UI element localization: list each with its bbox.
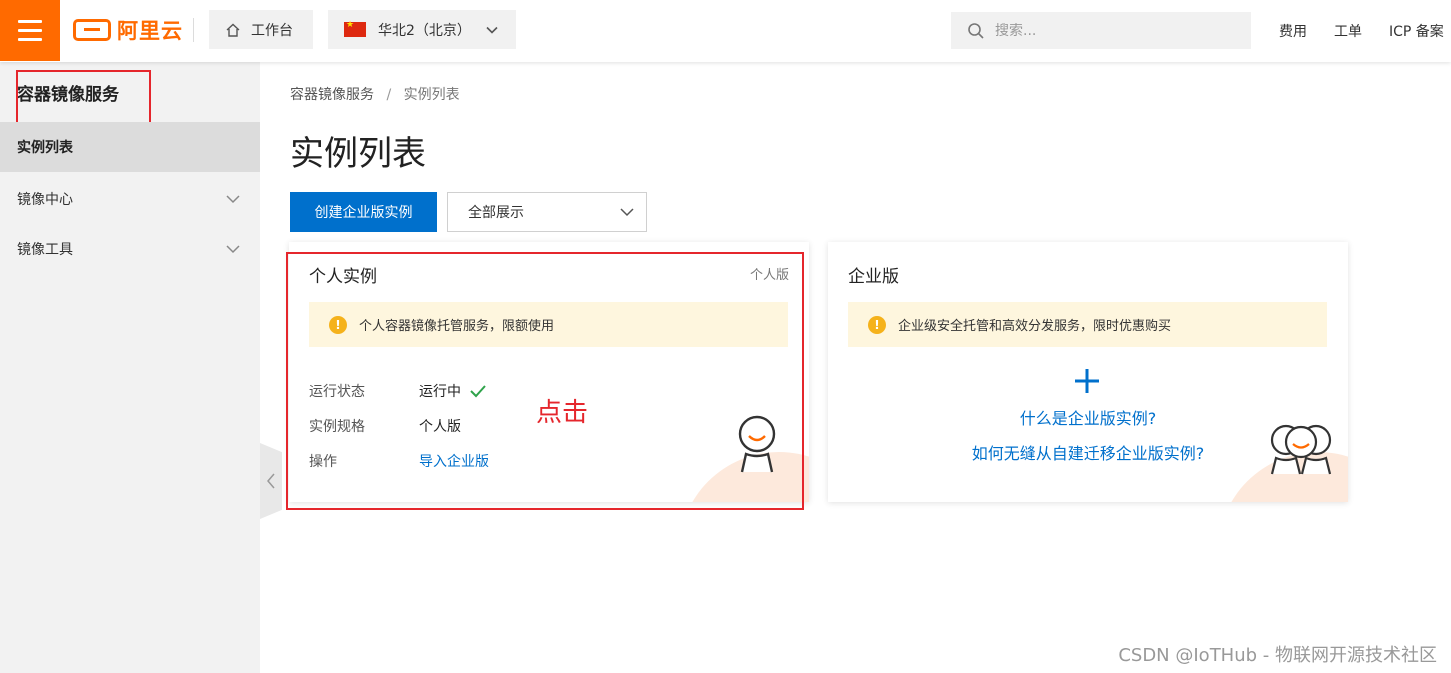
sidebar-item-label: 实例列表 bbox=[17, 140, 73, 156]
chevron-down-icon bbox=[620, 208, 634, 217]
sidebar: 容器镜像服务 实例列表 镜像中心 镜像工具 bbox=[0, 62, 260, 673]
chevron-down-icon bbox=[226, 195, 240, 204]
china-flag-icon bbox=[344, 20, 366, 37]
home-icon bbox=[226, 23, 240, 37]
workbench-button[interactable]: 工作台 bbox=[209, 10, 313, 49]
highlight-box-title bbox=[16, 70, 151, 125]
warning-icon: ! bbox=[868, 315, 886, 334]
breadcrumb: 容器镜像服务 / 实例列表 bbox=[290, 84, 460, 104]
search-box[interactable] bbox=[951, 12, 1251, 49]
fee-link[interactable]: 费用 bbox=[1279, 21, 1307, 41]
icp-filing-link[interactable]: ICP 备案 bbox=[1389, 21, 1444, 41]
menu-line bbox=[18, 20, 42, 23]
sidebar-item-image-center[interactable]: 镜像中心 bbox=[0, 174, 260, 224]
plus-icon[interactable] bbox=[1074, 368, 1100, 394]
sidebar-item-label: 镜像工具 bbox=[17, 242, 73, 258]
sidebar-item-instance-list[interactable]: 实例列表 bbox=[0, 122, 260, 172]
filter-select[interactable]: 全部展示 bbox=[447, 192, 647, 232]
click-annotation: 点击 bbox=[536, 398, 589, 428]
sidebar-item-label: 镜像中心 bbox=[17, 192, 73, 208]
page-title: 实例列表 bbox=[290, 134, 426, 174]
sidebar-item-image-tools[interactable]: 镜像工具 bbox=[0, 224, 260, 274]
chevron-left-icon bbox=[267, 473, 275, 489]
breadcrumb-item-service[interactable]: 容器镜像服务 bbox=[290, 87, 374, 103]
breadcrumb-separator: / bbox=[386, 87, 392, 103]
hamburger-menu-button[interactable] bbox=[0, 0, 60, 61]
top-navigation-bar: 阿里云 工作台 华北2（北京） 费用 工单 ICP 备案 bbox=[0, 0, 1451, 62]
aliyun-logo[interactable]: 阿里云 bbox=[73, 16, 183, 44]
card-title: 企业版 bbox=[848, 267, 899, 287]
search-input[interactable] bbox=[995, 22, 1225, 39]
chevron-down-icon bbox=[486, 26, 498, 34]
breadcrumb-item-current: 实例列表 bbox=[403, 87, 460, 103]
create-enterprise-instance-button[interactable]: 创建企业版实例 bbox=[290, 192, 437, 232]
notice-text: 企业级安全托管和高效分发服务，限时优惠购买 bbox=[898, 319, 1172, 334]
aliyun-logo-icon bbox=[73, 19, 111, 41]
highlight-box-card bbox=[286, 252, 804, 510]
menu-line bbox=[18, 29, 42, 32]
search-icon bbox=[968, 22, 984, 39]
divider bbox=[193, 18, 194, 42]
chevron-down-icon bbox=[226, 245, 240, 254]
multi-user-avatar-icon bbox=[1270, 424, 1332, 475]
filter-select-value: 全部展示 bbox=[468, 205, 524, 221]
watermark: CSDN @IoTHub - 物联网开源技术社区 bbox=[1118, 645, 1437, 666]
menu-line bbox=[18, 38, 42, 41]
region-selector[interactable]: 华北2（北京） bbox=[328, 10, 516, 49]
logo-text: 阿里云 bbox=[117, 19, 183, 43]
enterprise-instance-card[interactable]: 企业版 ! 企业级安全托管和高效分发服务，限时优惠购买 什么是企业版实例? 如何… bbox=[828, 242, 1348, 502]
notice-banner: ! 企业级安全托管和高效分发服务，限时优惠购买 bbox=[848, 302, 1327, 347]
region-label: 华北2（北京） bbox=[378, 22, 471, 39]
workbench-label: 工作台 bbox=[251, 22, 293, 39]
ticket-link[interactable]: 工单 bbox=[1334, 21, 1362, 41]
sidebar-collapse-handle[interactable] bbox=[260, 443, 282, 519]
